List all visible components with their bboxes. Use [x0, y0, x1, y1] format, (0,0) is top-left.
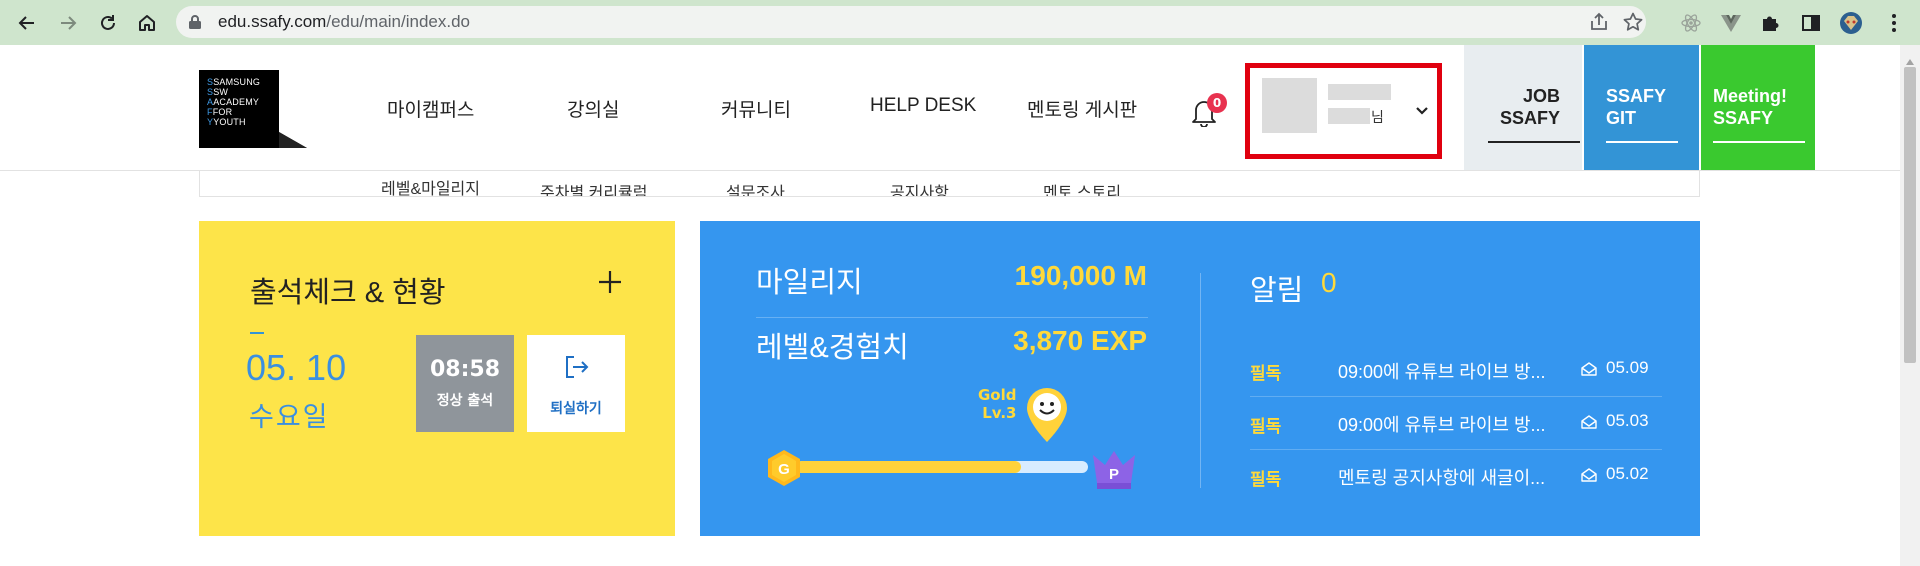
kebab-menu-icon[interactable]	[1880, 9, 1908, 37]
attendance-weekday: 수요일	[249, 402, 330, 432]
nav-my-campus[interactable]: 마이캠퍼스	[387, 95, 474, 122]
exp-progress-track	[796, 461, 1088, 473]
share-icon[interactable]	[1588, 11, 1610, 33]
avatar	[1262, 78, 1317, 133]
attendance-date: 05. 10	[246, 347, 347, 388]
submenu-strip: 레벨&마일리지 주차별 커리큘럼 설문조사 공지사항 멘토 스토리	[199, 171, 1700, 197]
underline	[1606, 141, 1678, 143]
underline	[1713, 141, 1805, 143]
forward-arrow-icon[interactable]	[54, 9, 82, 37]
end-badge-text: P	[1109, 466, 1119, 483]
page-scrollbar[interactable]	[1900, 45, 1920, 566]
side-panel-icon[interactable]	[1797, 9, 1825, 37]
mileage-panel: 마일리지 190,000 M 레벨&경험치 3,870 EXP Gold Lv.…	[700, 221, 1700, 536]
ssafy-logo[interactable]: SSAMSUNG SSW AACADEMY FFOR YYOUTH	[199, 70, 307, 148]
panel-divider	[1200, 273, 1201, 488]
chevron-down-icon[interactable]	[1415, 101, 1429, 120]
notice-tag: 필독	[1250, 364, 1282, 383]
scrollbar-thumb[interactable]	[1904, 67, 1916, 363]
address-bar[interactable]: edu.ssafy.com/edu/main/index.do	[176, 6, 1646, 38]
alerts-label: 알림	[1250, 275, 1304, 307]
gold-gem-icon: G	[765, 449, 803, 491]
redacted-user-name	[1328, 84, 1391, 100]
meeting-ssafy-button[interactable]: Meeting! SSAFY	[1701, 45, 1815, 170]
honorific-suffix: 님	[1371, 110, 1384, 126]
ssafy-git-label-2: GIT	[1606, 108, 1636, 128]
submenu-notice[interactable]: 공지사항	[890, 179, 949, 196]
submenu-mentor-story[interactable]: 멘토 스토리	[1043, 179, 1121, 196]
vue-devtools-icon[interactable]	[1717, 9, 1745, 37]
notice-title[interactable]: 09:00에 유튜브 라이브 방...	[1338, 358, 1546, 384]
exp-progress-fill	[796, 461, 1021, 473]
level-value: 3,870 EXP	[1013, 325, 1147, 356]
notification-badge: 0	[1207, 93, 1227, 113]
nav-community[interactable]: 커뮤니티	[721, 95, 791, 122]
nav-mentoring-board[interactable]: 멘토링 게시판	[1027, 95, 1137, 122]
logo-text: SSAMSUNG SSW AACADEMY FFOR YYOUTH	[207, 77, 261, 127]
job-ssafy-label-2: SSAFY	[1499, 108, 1560, 128]
browser-toolbar: edu.ssafy.com/edu/main/index.do	[0, 0, 1920, 45]
notice-item[interactable]: 필독 멘토링 공지사항에 새글이... 05.02	[1250, 449, 1662, 502]
reload-icon[interactable]	[94, 9, 122, 37]
mileage-value: 190,000 M	[1014, 260, 1147, 291]
tier-label: Gold Lv.3	[978, 386, 1017, 422]
envelope-icon	[1580, 467, 1598, 488]
nav-classroom[interactable]: 강의실	[567, 95, 619, 122]
home-icon[interactable]	[133, 9, 161, 37]
notice-date: 05.03	[1606, 411, 1649, 430]
notice-date: 05.09	[1606, 358, 1649, 377]
submenu-level-mileage[interactable]: 레벨&마일리지	[381, 175, 480, 196]
notice-item[interactable]: 필독 09:00에 유튜브 라이브 방... 05.09	[1250, 343, 1662, 396]
page-content: SSAMSUNG SSW AACADEMY FFOR YYOUTH 마이캠퍼스 …	[0, 45, 1920, 566]
redacted-user-id	[1328, 108, 1370, 124]
profile-avatar-icon[interactable]	[1837, 9, 1865, 37]
level-label: 레벨&경험치	[756, 332, 909, 364]
nav-help-desk[interactable]: HELP DESK	[870, 95, 976, 117]
envelope-icon	[1580, 361, 1598, 382]
row-divider	[756, 317, 1148, 318]
alerts-count: 0	[1321, 267, 1337, 298]
attendance-status: 정상 출석	[436, 393, 494, 409]
envelope-icon	[1580, 414, 1598, 435]
mileage-label: 마일리지	[756, 267, 863, 299]
back-arrow-icon[interactable]	[13, 9, 41, 37]
date-accent-dash	[250, 332, 264, 334]
checkout-label: 퇴실하기	[550, 401, 602, 417]
meeting-ssafy-label-1: Meeting!	[1713, 86, 1787, 106]
ssafy-git-label-1: SSAFY	[1606, 86, 1667, 106]
notice-item[interactable]: 필독 09:00에 유튜브 라이브 방... 05.03	[1250, 396, 1662, 449]
submenu-weekly-curriculum[interactable]: 주차별 커리큘럼	[540, 179, 648, 196]
url-text: edu.ssafy.com/edu/main/index.do	[218, 12, 470, 31]
tier-name: Gold	[978, 386, 1017, 404]
notice-tag: 필독	[1250, 417, 1282, 436]
ssafy-git-button[interactable]: SSAFY GIT	[1584, 45, 1699, 170]
profile-dropdown[interactable]: 님	[1245, 63, 1442, 159]
logout-icon	[562, 353, 590, 385]
attendance-card: 출석체크 & 현황 05. 10 수요일 08:58 정상 출석 퇴실하기	[199, 221, 675, 536]
attendance-title: 출석체크 & 현황	[250, 277, 446, 309]
lock-icon[interactable]	[188, 14, 202, 34]
check-in-time-box: 08:58 정상 출석	[416, 335, 514, 432]
tier-level: Lv.3	[982, 404, 1017, 422]
plus-icon[interactable]	[597, 269, 623, 295]
extensions-puzzle-icon[interactable]	[1756, 9, 1784, 37]
notice-title[interactable]: 멘토링 공지사항에 새글이...	[1338, 464, 1545, 490]
notice-title[interactable]: 09:00에 유튜브 라이브 방...	[1338, 411, 1546, 437]
bookmark-star-icon[interactable]	[1622, 11, 1644, 33]
react-devtools-icon[interactable]	[1677, 9, 1705, 37]
submenu-survey[interactable]: 설문조사	[726, 179, 785, 196]
meeting-ssafy-label-2: SSAFY	[1713, 108, 1774, 128]
platinum-crown-icon: P	[1089, 447, 1139, 495]
job-ssafy-button[interactable]: JOB SSAFY	[1464, 45, 1582, 170]
notice-date: 05.02	[1606, 464, 1649, 483]
start-badge-text: G	[778, 461, 790, 478]
checkout-button[interactable]: 퇴실하기	[527, 335, 625, 432]
underline	[1488, 141, 1580, 143]
smiley-pin-icon	[1025, 386, 1069, 448]
notice-tag: 필독	[1250, 470, 1282, 489]
job-ssafy-label-1: JOB	[1522, 86, 1560, 106]
check-in-time: 08:58	[429, 357, 501, 382]
